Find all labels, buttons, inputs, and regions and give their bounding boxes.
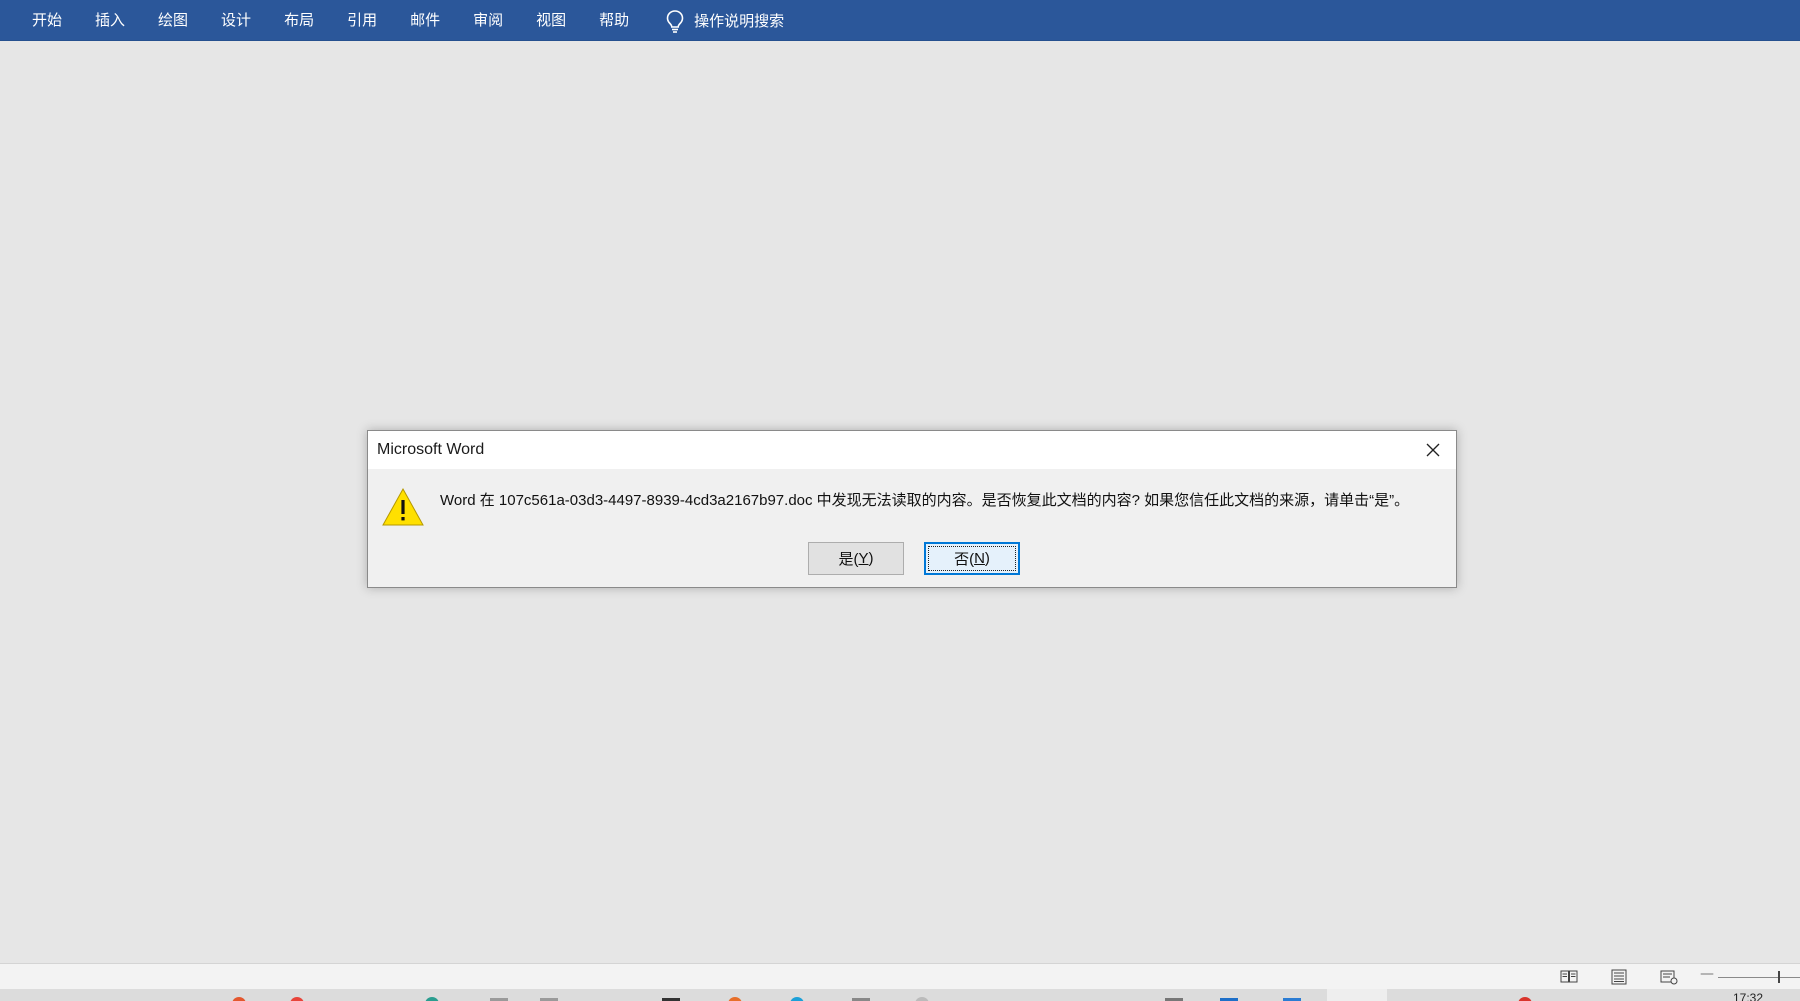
no-button-accesskey: N [974,550,985,567]
tab-draw[interactable]: 绘图 [146,0,200,41]
no-button-label: 否( [954,551,975,568]
yes-button-label: 是( [838,551,859,568]
tab-view[interactable]: 视图 [524,0,578,41]
close-icon [1426,443,1440,457]
tell-me-search[interactable]: 操作说明搜索 [664,0,784,41]
taskbar-active-app[interactable] [1327,989,1387,1001]
no-button[interactable]: 否(N) [924,542,1020,575]
taskbar-app-icon[interactable] [728,997,742,1001]
zoom-out-button[interactable]: — [1700,966,1714,982]
dialog-message: Word 在 107c561a-03d3-4497-8939-4cd3a2167… [440,492,1410,509]
web-layout-icon[interactable] [1660,969,1678,985]
status-bar: — [0,963,1800,989]
taskbar: 17:32 [0,989,1800,1001]
taskbar-tray-icon[interactable] [1518,997,1532,1001]
tab-review[interactable]: 审阅 [461,0,515,41]
dialog-titlebar[interactable]: Microsoft Word [368,431,1456,469]
tab-layout[interactable]: 布局 [272,0,326,41]
tab-help[interactable]: 帮助 [587,0,641,41]
yes-button[interactable]: 是(Y) [808,542,904,575]
read-mode-icon[interactable] [1560,969,1578,985]
dialog-title: Microsoft Word [377,441,485,458]
ribbon-bar: 开始 插入 绘图 设计 布局 引用 邮件 审阅 视图 帮助 操作说明搜索 [0,0,1800,41]
lightbulb-icon [666,9,684,33]
tab-references[interactable]: 引用 [335,0,389,41]
no-button-suffix: ) [984,550,990,567]
zoom-slider[interactable] [1718,977,1800,978]
tab-home[interactable]: 开始 [20,0,74,41]
taskbar-app-icon[interactable] [915,997,929,1001]
taskbar-app-icon[interactable] [232,997,246,1001]
taskbar-app-icon[interactable] [790,997,804,1001]
print-layout-icon[interactable] [1610,969,1628,985]
taskbar-app-icon[interactable] [290,997,304,1001]
tab-insert[interactable]: 插入 [83,0,137,41]
yes-button-accesskey: Y [858,550,869,567]
taskbar-clock[interactable]: 17:32 [1733,992,1763,1001]
ribbon-tabs: 开始 插入 绘图 设计 布局 引用 邮件 审阅 视图 帮助 操作说明搜索 [20,0,784,41]
tell-me-label: 操作说明搜索 [694,12,785,30]
dialog-close-button[interactable] [1410,431,1456,469]
zoom-slider-thumb[interactable] [1778,971,1780,983]
warning-icon [382,487,424,526]
tab-mailings[interactable]: 邮件 [398,0,452,41]
taskbar-app-icon[interactable] [425,997,439,1001]
yes-button-suffix: ) [868,550,874,567]
tab-design[interactable]: 设计 [209,0,263,41]
recover-content-dialog: Microsoft Word Word 在 107c561a-03d3-4497… [367,430,1457,588]
